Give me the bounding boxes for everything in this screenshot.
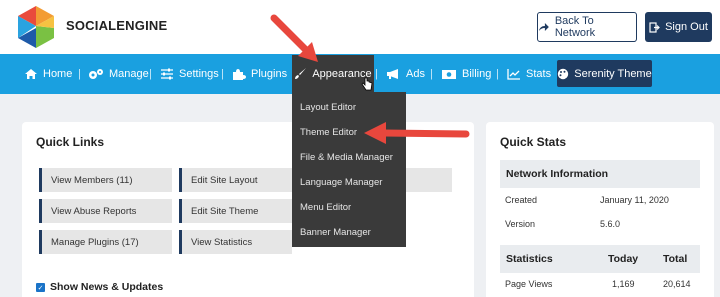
share-arrow-icon bbox=[538, 23, 549, 31]
show-news-label: Show News & Updates bbox=[50, 281, 164, 293]
nav-plugins-label: Plugins bbox=[251, 68, 288, 80]
nav-appearance[interactable]: Appearance bbox=[292, 55, 374, 92]
nav-home-label: Home bbox=[43, 68, 73, 80]
sign-out-icon bbox=[649, 21, 660, 33]
quick-stats-title: Quick Stats bbox=[500, 135, 567, 149]
page-views-total: 20,614 bbox=[663, 279, 691, 289]
nav-home[interactable]: Home bbox=[24, 54, 72, 94]
dropdown-item-file-media-manager[interactable]: File & Media Manager bbox=[300, 152, 393, 163]
back-to-network-label: Back To Network bbox=[554, 15, 596, 39]
quick-link-manage-plugins[interactable]: Manage Plugins (17) bbox=[39, 230, 172, 254]
page-views-label: Page Views bbox=[505, 279, 553, 289]
nav-divider: | bbox=[430, 68, 433, 80]
statistics-header: Statistics bbox=[506, 253, 553, 265]
sliders-icon bbox=[161, 68, 173, 80]
nav-divider: | bbox=[221, 68, 224, 80]
megaphone-icon bbox=[387, 69, 398, 79]
quick-links-title: Quick Links bbox=[36, 135, 105, 149]
nav-manage[interactable]: Manage bbox=[88, 54, 149, 94]
nav-serenity-label: Serenity Theme bbox=[574, 67, 652, 80]
nav-billing[interactable]: Billing bbox=[441, 54, 491, 94]
quick-link-hidden[interactable] bbox=[404, 168, 452, 192]
nav-ads[interactable]: Ads bbox=[386, 54, 425, 94]
show-news-checkbox[interactable]: ✓ bbox=[36, 283, 45, 292]
nav-billing-label: Billing bbox=[462, 68, 492, 80]
chart-icon bbox=[507, 69, 520, 80]
nav-serenity-theme[interactable]: Serenity Theme bbox=[557, 60, 652, 87]
network-information-header: Network Information bbox=[500, 160, 700, 188]
nav-stats-label: Stats bbox=[526, 68, 552, 80]
quick-link-view-abuse-reports[interactable]: View Abuse Reports bbox=[39, 199, 172, 223]
dropdown-item-menu-editor[interactable]: Menu Editor bbox=[300, 202, 351, 213]
nav-divider: | bbox=[78, 68, 81, 80]
version-label: Version bbox=[505, 219, 536, 229]
nav-manage-label: Manage bbox=[109, 68, 149, 80]
money-icon bbox=[442, 69, 456, 79]
dropdown-item-banner-manager[interactable]: Banner Manager bbox=[300, 227, 371, 238]
nav-appearance-label: Appearance bbox=[312, 67, 372, 80]
puzzle-icon bbox=[233, 68, 246, 80]
dropdown-item-language-manager[interactable]: Language Manager bbox=[300, 177, 382, 188]
sign-out-button[interactable]: Sign Out bbox=[645, 12, 712, 42]
back-to-network-button[interactable]: Back To Network bbox=[537, 12, 637, 42]
appearance-dropdown: Layout Editor Theme Editor File & Media … bbox=[292, 92, 406, 247]
nav-stats[interactable]: Stats bbox=[507, 54, 551, 94]
created-label: Created bbox=[505, 195, 538, 205]
nav-settings[interactable]: Settings bbox=[160, 54, 219, 94]
brush-icon bbox=[295, 68, 307, 79]
nav-divider: | bbox=[149, 68, 152, 80]
quick-link-view-members[interactable]: View Members (11) bbox=[39, 168, 172, 192]
quick-link-edit-site-layout[interactable]: Edit Site Layout bbox=[179, 168, 292, 192]
palette-icon bbox=[558, 68, 569, 79]
total-header: Total bbox=[663, 253, 688, 265]
version-value: 5.6.0 bbox=[600, 219, 621, 229]
sign-out-label: Sign Out bbox=[665, 21, 708, 33]
nav-settings-label: Settings bbox=[179, 68, 219, 80]
quick-link-edit-site-theme[interactable]: Edit Site Theme bbox=[179, 199, 292, 223]
logo-text: SOCIALENGINE bbox=[66, 18, 168, 33]
quick-link-view-statistics[interactable]: View Statistics bbox=[179, 230, 292, 254]
nav-divider: | bbox=[375, 68, 378, 80]
gears-icon bbox=[89, 69, 103, 79]
nav-divider: | bbox=[496, 68, 499, 80]
dropdown-item-layout-editor[interactable]: Layout Editor bbox=[300, 102, 356, 113]
dropdown-item-theme-editor[interactable]: Theme Editor bbox=[300, 127, 357, 138]
nav-ads-label: Ads bbox=[406, 68, 425, 80]
nav-plugins[interactable]: Plugins bbox=[232, 54, 287, 94]
socialengine-logo[interactable] bbox=[14, 4, 58, 50]
created-value: January 11, 2020 bbox=[600, 195, 669, 205]
today-header: Today bbox=[608, 253, 639, 265]
home-icon bbox=[25, 69, 37, 79]
page-views-today: 1,169 bbox=[612, 279, 635, 289]
